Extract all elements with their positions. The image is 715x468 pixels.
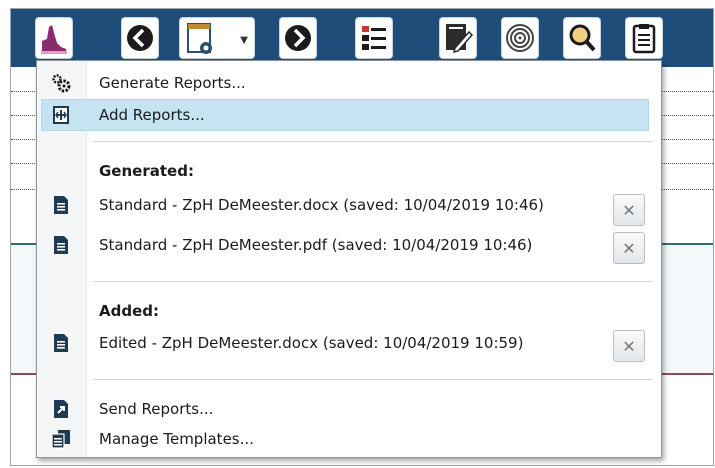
search-icon	[569, 24, 596, 52]
menu-item-generate-reports[interactable]: Generate Reports...	[37, 67, 661, 99]
menu-separator	[93, 141, 653, 142]
edit-document-icon	[446, 24, 473, 54]
chart-icon	[41, 25, 67, 54]
menu-item-label: Edited - ZpH DeMeester.docx (saved: 10/0…	[99, 334, 524, 352]
checklist-button[interactable]	[355, 17, 393, 59]
menu-separator	[93, 281, 653, 282]
close-icon: ✕	[622, 336, 636, 356]
edit-report-button[interactable]	[439, 17, 477, 59]
menu-item-label: Send Reports...	[99, 400, 214, 418]
gears-icon	[52, 74, 71, 93]
checklist-icon	[362, 26, 386, 50]
clipboard-icon	[632, 24, 656, 54]
view-selector-button[interactable]: ▼	[179, 17, 255, 59]
remove-report-button[interactable]: ✕	[613, 194, 645, 226]
toolbar: ▼	[11, 9, 713, 67]
menu-item-label: Add Reports...	[99, 106, 205, 124]
send-report-icon	[54, 400, 68, 418]
menu-item-generated-report[interactable]: Standard - ZpH DeMeester.pdf (saved: 10/…	[37, 229, 661, 261]
menu-item-manage-templates[interactable]: Manage Templates...	[37, 423, 661, 455]
close-icon: ✕	[622, 238, 636, 258]
search-button[interactable]	[563, 17, 601, 59]
menu-item-label: Standard - ZpH DeMeester.pdf (saved: 10/…	[99, 236, 533, 254]
section-heading-generated: Generated:	[99, 162, 194, 180]
target-button[interactable]	[501, 17, 539, 59]
menu-item-send-reports[interactable]: Send Reports...	[37, 393, 661, 425]
menu-item-label: Generate Reports...	[99, 74, 246, 92]
menu-separator	[93, 379, 653, 380]
document-icon	[54, 196, 68, 214]
add-report-icon	[53, 106, 69, 124]
menu-item-add-reports[interactable]: Add Reports...	[37, 99, 661, 131]
document-icon	[54, 236, 68, 254]
report-menu-button[interactable]	[35, 17, 73, 59]
remove-report-button[interactable]: ✕	[613, 232, 645, 264]
chevron-down-icon: ▼	[240, 35, 248, 46]
document-view-icon	[187, 23, 212, 54]
report-dropdown-menu: Generate Reports... Add Reports... Gener…	[36, 60, 662, 458]
menu-item-label: Manage Templates...	[99, 430, 254, 448]
document-icon	[54, 334, 68, 352]
clipboard-button[interactable]	[625, 17, 663, 59]
menu-item-added-report[interactable]: Edited - ZpH DeMeester.docx (saved: 10/0…	[37, 327, 661, 359]
next-button[interactable]	[279, 17, 317, 59]
section-heading-added: Added:	[99, 302, 159, 320]
target-icon	[506, 24, 534, 52]
arrow-right-icon	[285, 25, 311, 51]
arrow-left-icon	[127, 25, 153, 51]
menu-item-generated-report[interactable]: Standard - ZpH DeMeester.docx (saved: 10…	[37, 189, 661, 221]
templates-icon	[51, 430, 70, 449]
close-icon: ✕	[622, 200, 636, 220]
menu-item-label: Standard - ZpH DeMeester.docx (saved: 10…	[99, 196, 544, 214]
remove-report-button[interactable]: ✕	[613, 330, 645, 362]
previous-button[interactable]	[121, 17, 159, 59]
